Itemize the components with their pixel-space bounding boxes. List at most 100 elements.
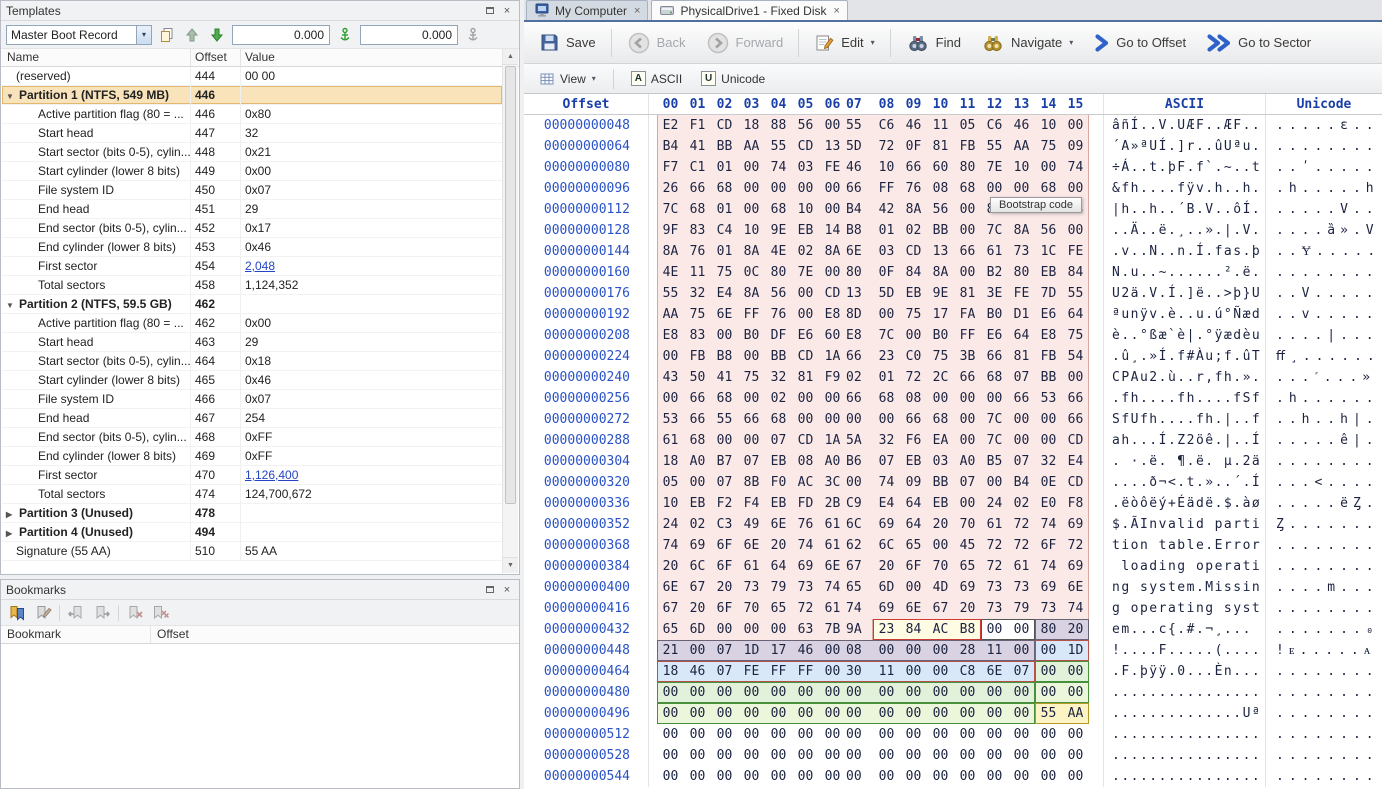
hex-byte[interactable]: 09: [900, 472, 927, 493]
hex-byte[interactable]: 11: [981, 640, 1008, 661]
ascii-text[interactable]: CPAu2.ù..r,fh.».: [1104, 367, 1266, 388]
hex-byte[interactable]: 02: [765, 388, 792, 409]
hex-byte[interactable]: 00: [954, 724, 981, 745]
hex-byte[interactable]: FF: [792, 661, 819, 682]
hex-byte[interactable]: 00: [819, 661, 846, 682]
hex-byte[interactable]: 03: [792, 157, 819, 178]
hex-byte[interactable]: 00: [981, 745, 1008, 766]
hex-byte[interactable]: 32: [873, 430, 900, 451]
hex-byte[interactable]: 79: [1008, 598, 1035, 619]
hex-byte[interactable]: 68: [765, 199, 792, 220]
hex-byte[interactable]: B8: [711, 346, 738, 367]
hex-byte[interactable]: 46: [684, 661, 711, 682]
hex-byte[interactable]: 18: [657, 451, 684, 472]
hex-byte[interactable]: 00: [1008, 766, 1035, 787]
hex-byte[interactable]: AC: [927, 619, 954, 640]
hex-byte[interactable]: 7C: [981, 409, 1008, 430]
hex-byte[interactable]: 00: [927, 640, 954, 661]
hex-byte[interactable]: 6E: [981, 661, 1008, 682]
hex-byte[interactable]: 00: [1035, 409, 1062, 430]
hex-byte[interactable]: 00: [1008, 409, 1035, 430]
hex-byte[interactable]: A0: [819, 451, 846, 472]
hex-byte[interactable]: 74: [765, 157, 792, 178]
hex-byte[interactable]: 00: [927, 682, 954, 703]
view-button[interactable]: View ▾: [533, 68, 602, 90]
hex-byte[interactable]: 61: [819, 535, 846, 556]
hex-byte[interactable]: FB: [684, 346, 711, 367]
hex-byte[interactable]: 67: [657, 598, 684, 619]
hex-byte[interactable]: 10: [873, 157, 900, 178]
hex-byte[interactable]: 72: [1008, 535, 1035, 556]
hex-byte[interactable]: 1A: [819, 430, 846, 451]
hex-byte[interactable]: 00: [1008, 682, 1035, 703]
ascii-text[interactable]: !....F.....(....: [1104, 640, 1266, 661]
hex-byte[interactable]: 00: [711, 766, 738, 787]
expand-icon[interactable]: ▶: [6, 525, 19, 541]
hex-byte[interactable]: F7: [657, 157, 684, 178]
tab-my-computer[interactable]: My Computer ×: [526, 0, 648, 20]
hex-byte[interactable]: 00: [981, 178, 1008, 199]
hex-byte[interactable]: 66: [684, 178, 711, 199]
hex-byte[interactable]: 00: [1062, 115, 1089, 136]
back-button[interactable]: Back: [618, 26, 695, 60]
hex-byte[interactable]: F9: [819, 367, 846, 388]
hex-byte[interactable]: 07: [873, 451, 900, 472]
next-record-icon[interactable]: [207, 25, 227, 45]
hex-byte[interactable]: 00: [1008, 724, 1035, 745]
hex-byte[interactable]: 64: [765, 556, 792, 577]
hex-byte[interactable]: 74: [819, 577, 846, 598]
hex-byte[interactable]: 68: [684, 199, 711, 220]
hex-byte[interactable]: 00: [1035, 745, 1062, 766]
hex-byte[interactable]: 00: [954, 388, 981, 409]
unicode-text[interactable]: ........: [1266, 598, 1382, 619]
hex-byte[interactable]: 68: [873, 388, 900, 409]
hex-byte[interactable]: 66: [684, 388, 711, 409]
hex-byte[interactable]: C0: [900, 346, 927, 367]
hex-byte[interactable]: 8A: [738, 241, 765, 262]
hex-byte[interactable]: 13: [846, 283, 873, 304]
hex-byte[interactable]: 02: [684, 514, 711, 535]
hex-byte[interactable]: 68: [981, 367, 1008, 388]
hex-byte[interactable]: FE: [1062, 241, 1089, 262]
ascii-text[interactable]: tion table.Error: [1104, 535, 1266, 556]
ascii-text[interactable]: N.u..~......².ë.: [1104, 262, 1266, 283]
hex-byte[interactable]: 00: [819, 703, 846, 724]
unicode-text[interactable]: ..h..h|.: [1266, 409, 1382, 430]
unicode-text[interactable]: .h......: [1266, 388, 1382, 409]
hex-byte[interactable]: AA: [738, 136, 765, 157]
hex-byte[interactable]: 55: [1062, 283, 1089, 304]
scroll-down-icon[interactable]: ▼: [503, 557, 518, 573]
hex-byte[interactable]: 11: [873, 661, 900, 682]
hex-byte[interactable]: 7D: [1035, 283, 1062, 304]
hex-byte[interactable]: B4: [657, 136, 684, 157]
hex-byte[interactable]: 75: [900, 304, 927, 325]
hex-byte[interactable]: 53: [1035, 388, 1062, 409]
hex-byte[interactable]: 9A: [846, 619, 873, 640]
unicode-text[interactable]: ....m...: [1266, 577, 1382, 598]
tab-physicaldrive1[interactable]: PhysicalDrive1 - Fixed Disk ×: [651, 0, 847, 20]
hex-byte[interactable]: 74: [1035, 514, 1062, 535]
hex-byte[interactable]: 56: [1035, 220, 1062, 241]
template-row[interactable]: Total sectors474124,700,672: [2, 485, 502, 504]
hex-byte[interactable]: 28: [954, 640, 981, 661]
hex-byte[interactable]: 00: [846, 682, 873, 703]
hex-byte[interactable]: 80: [954, 157, 981, 178]
hex-byte[interactable]: EB: [927, 493, 954, 514]
hex-byte[interactable]: C6: [873, 115, 900, 136]
hex-byte[interactable]: 00: [819, 178, 846, 199]
close-panel-icon[interactable]: ×: [500, 583, 514, 597]
ascii-text[interactable]: è..°ßæ`è|.°ÿædèu: [1104, 325, 1266, 346]
scrollbar-thumb[interactable]: [505, 66, 516, 504]
hex-byte[interactable]: 07: [1008, 661, 1035, 682]
hex-byte[interactable]: F1: [684, 115, 711, 136]
ascii-text[interactable]: ....ð¬<.t.»..´.Í: [1104, 472, 1266, 493]
hex-byte[interactable]: 00: [819, 724, 846, 745]
hex-byte[interactable]: C3: [711, 514, 738, 535]
ascii-text[interactable]: ng system.Missin: [1104, 577, 1266, 598]
unicode-text[interactable]: ..Ɏ.....: [1266, 241, 1382, 262]
hex-byte[interactable]: 32: [1035, 451, 1062, 472]
ascii-text[interactable]: .fh....fh....fSf: [1104, 388, 1266, 409]
hex-byte[interactable]: 01: [711, 199, 738, 220]
hex-byte[interactable]: 69: [1062, 556, 1089, 577]
hex-byte[interactable]: 74: [792, 535, 819, 556]
